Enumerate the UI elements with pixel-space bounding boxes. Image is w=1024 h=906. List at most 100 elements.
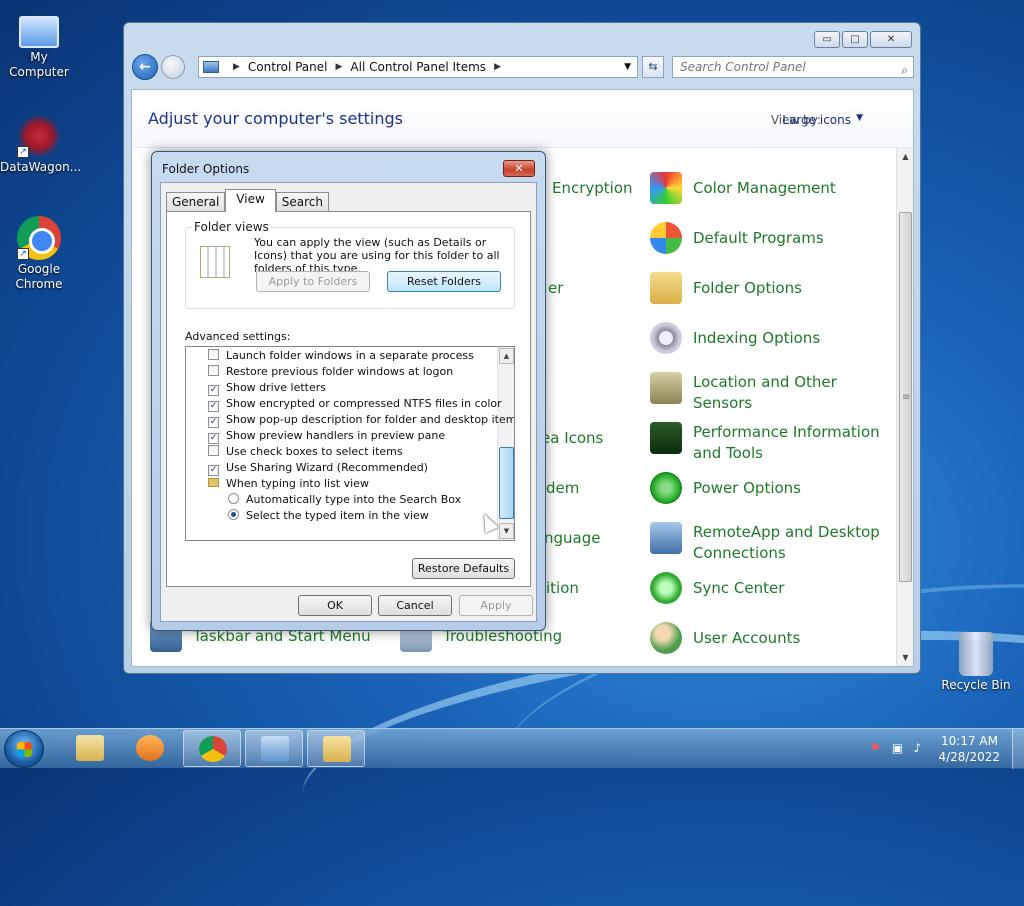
checkbox[interactable]: ✓	[208, 433, 219, 444]
checkbox[interactable]	[208, 365, 219, 376]
setting-row[interactable]: Restore previous folder windows at logon	[208, 364, 453, 380]
ok-button[interactable]: OK	[298, 595, 372, 616]
cancel-button[interactable]: Cancel	[378, 595, 452, 616]
address-dropdown-icon[interactable]: ▼	[624, 62, 631, 72]
setting-label: Show preview handlers in preview pane	[226, 429, 446, 442]
clock-time[interactable]: 10:17 AM	[941, 734, 998, 748]
breadcrumb-chevron-icon[interactable]: ▶	[233, 62, 240, 72]
dialog-close-button[interactable]: ✕	[503, 160, 535, 177]
start-button[interactable]	[4, 730, 44, 768]
scroll-up-icon[interactable]: ▲	[897, 148, 914, 165]
checkbox[interactable]: ✓	[208, 465, 219, 476]
media-player-icon	[136, 735, 164, 761]
cp-item-encryption[interactable]: Encryption	[552, 178, 633, 199]
cp-item-user-accounts[interactable]: User Accounts	[650, 622, 800, 654]
advanced-settings-label: Advanced settings:	[185, 330, 291, 343]
recycle-bin-icon	[959, 632, 993, 676]
close-button[interactable]: ✕	[870, 31, 912, 48]
address-bar[interactable]: ▶ Control Panel ▶ All Control Panel Item…	[198, 56, 638, 78]
checkbox[interactable]	[208, 445, 219, 456]
scrollbar[interactable]: ▲ ≡ ▼	[896, 148, 913, 666]
view-by-dropdown[interactable]: Large icons	[782, 113, 851, 127]
network-icon[interactable]: ▣	[890, 741, 905, 756]
cp-item-modem[interactable]: dem	[546, 478, 579, 499]
breadcrumb-chevron-icon[interactable]: ▶	[336, 62, 343, 72]
scrollbar[interactable]: ▲ ▼	[497, 347, 514, 540]
taskbar-control-panel-button[interactable]	[245, 730, 303, 767]
setting-row[interactable]: ✓ Show pop-up description for folder and …	[208, 412, 514, 428]
search-input[interactable]: Search Control Panel ⌕	[672, 56, 914, 78]
apply-to-folders-button[interactable]: Apply to Folders	[256, 271, 370, 292]
scroll-up-icon[interactable]: ▲	[499, 348, 514, 364]
setting-row[interactable]: ✓ Use Sharing Wizard (Recommended)	[208, 460, 428, 476]
cp-item-language[interactable]: nguage	[544, 528, 600, 549]
setting-row[interactable]: ✓ Show drive letters	[208, 380, 326, 396]
setting-row[interactable]: Use check boxes to select items	[208, 444, 403, 460]
setting-row[interactable]: Launch folder windows in a separate proc…	[208, 348, 474, 364]
radio-button[interactable]	[228, 493, 239, 504]
setting-row[interactable]: Automatically type into the Search Box	[228, 492, 461, 508]
restore-defaults-button[interactable]: Restore Defaults	[412, 558, 515, 579]
cp-item-color-management[interactable]: Color Management	[650, 172, 836, 204]
control-panel-icon	[203, 61, 219, 73]
breadcrumb-control-panel[interactable]: Control Panel	[248, 60, 328, 74]
minimize-button[interactable]: ▭	[814, 31, 840, 48]
taskbar-media-player-button[interactable]	[121, 730, 179, 767]
apply-button[interactable]: Apply	[459, 595, 533, 616]
chevron-down-icon[interactable]: ▼	[856, 113, 863, 123]
advanced-settings-list[interactable]: ▲ ▼ Launch folder windows in a separate …	[185, 346, 515, 541]
setting-label: Show encrypted or compressed NTFS files …	[226, 397, 502, 410]
checkbox[interactable]: ✓	[208, 401, 219, 412]
scroll-down-icon[interactable]: ▼	[499, 523, 514, 539]
desktop-icon-datawagon[interactable]: ↗ DataWagon...	[0, 114, 81, 175]
setting-row[interactable]: ✓ Show preview handlers in preview pane	[208, 428, 445, 444]
cp-item-indexing-options[interactable]: Indexing Options	[650, 322, 820, 354]
setting-label: Launch folder windows in a separate proc…	[226, 349, 474, 362]
setting-label: Select the typed item in the view	[246, 509, 429, 522]
folder-icon	[76, 735, 104, 761]
breadcrumb-all-items[interactable]: All Control Panel Items	[350, 60, 486, 74]
cp-item-remoteapp[interactable]: RemoteApp and Desktop Connections	[650, 522, 883, 564]
setting-label: Restore previous folder windows at logon	[226, 365, 454, 378]
scrollbar-thumb[interactable]	[499, 447, 514, 519]
action-center-icon[interactable]: ⚑	[868, 741, 883, 756]
cp-item-recognition[interactable]: ition	[546, 578, 579, 599]
radio-button[interactable]	[228, 509, 239, 520]
taskbar-folder-options-button[interactable]	[307, 730, 365, 767]
computer-icon	[19, 16, 59, 48]
desktop-icon-my-computer[interactable]: My Computer	[0, 10, 78, 80]
cp-item-er[interactable]: er	[548, 278, 563, 299]
search-icon[interactable]: ⌕	[901, 60, 908, 80]
cp-item-location-sensors[interactable]: Location and Other Sensors	[650, 372, 843, 414]
reset-folders-button[interactable]: Reset Folders	[387, 271, 501, 292]
tab-search[interactable]: Search	[275, 192, 330, 211]
taskbar-explorer-button[interactable]	[61, 730, 119, 767]
tab-general[interactable]: General	[166, 192, 226, 211]
setting-row[interactable]: When typing into list view	[208, 476, 369, 492]
volume-icon[interactable]: ♪	[910, 741, 925, 756]
cp-item-sync-center[interactable]: Sync Center	[650, 572, 784, 604]
tab-view[interactable]: View	[225, 189, 276, 212]
breadcrumb-chevron-icon[interactable]: ▶	[494, 62, 501, 72]
shortcut-arrow-icon: ↗	[17, 146, 29, 158]
scroll-down-icon[interactable]: ▼	[897, 649, 914, 666]
clock-date[interactable]: 4/28/2022	[938, 750, 1000, 764]
taskbar-chrome-button[interactable]	[183, 730, 241, 767]
cp-item-default-programs[interactable]: Default Programs	[650, 222, 824, 254]
forward-button[interactable]	[161, 55, 185, 79]
cp-item-performance[interactable]: Performance Information and Tools	[650, 422, 883, 464]
show-desktop-button[interactable]	[1012, 729, 1024, 769]
setting-row[interactable]: ✓ Show encrypted or compressed NTFS files…	[208, 396, 502, 412]
cp-item-folder-options[interactable]: Folder Options	[650, 272, 802, 304]
cp-item-power-options[interactable]: Power Options	[650, 472, 801, 504]
maximize-button[interactable]: □	[842, 31, 868, 48]
checkbox[interactable]: ✓	[208, 385, 219, 396]
checkbox[interactable]	[208, 349, 219, 360]
desktop-icon-recycle-bin[interactable]: Recycle Bin	[937, 632, 1015, 693]
setting-row[interactable]: Select the typed item in the view	[228, 508, 429, 524]
checkbox[interactable]: ✓	[208, 417, 219, 428]
cp-item-area-icons[interactable]: ea Icons	[541, 428, 603, 449]
back-button[interactable]: ←	[132, 54, 158, 80]
desktop-icon-google-chrome[interactable]: ↗ Google Chrome	[0, 216, 78, 292]
refresh-button[interactable]: ⇆	[642, 56, 664, 78]
